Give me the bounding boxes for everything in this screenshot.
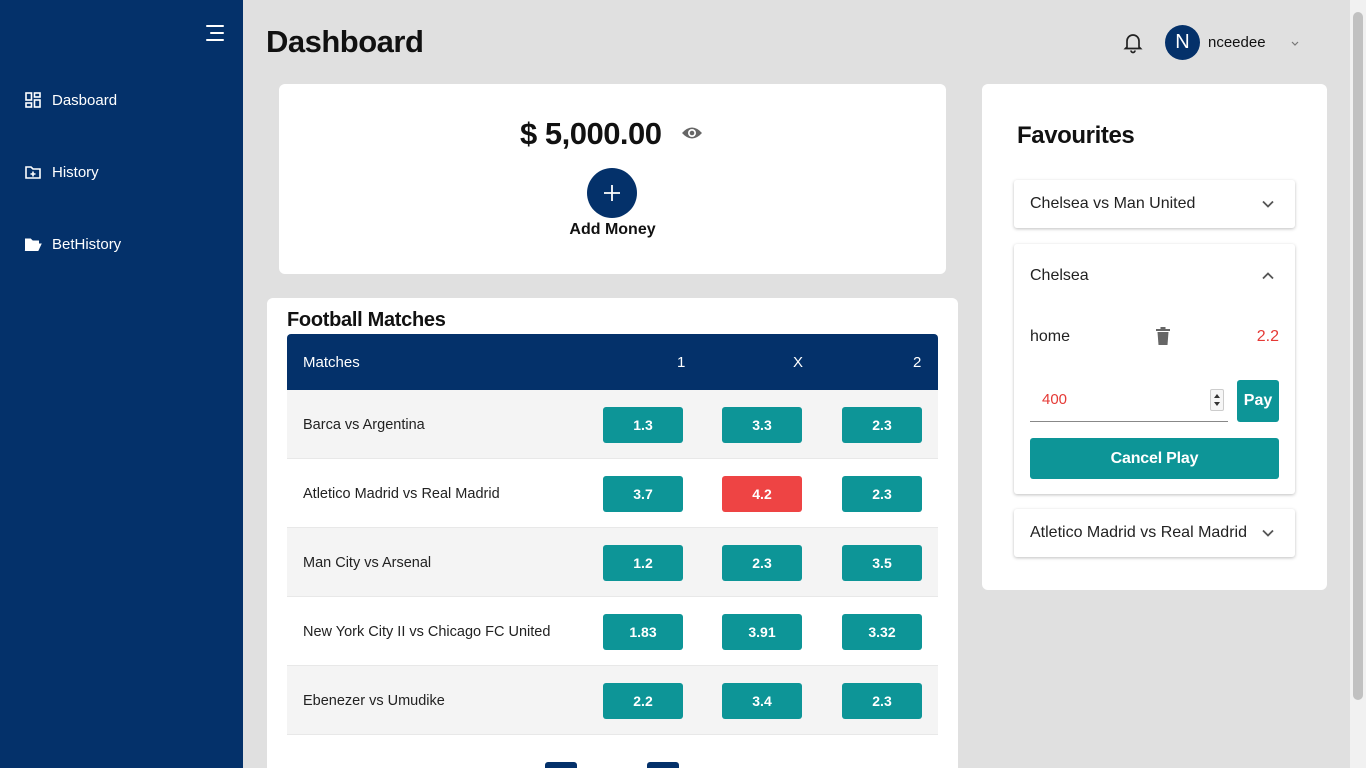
sidebar-item-history[interactable]: History [24,163,99,181]
chevron-down-icon[interactable] [1261,526,1275,540]
match-name: New York City II vs Chicago FC United [303,624,551,640]
sidebar-item-label: History [52,163,99,181]
balance-amount: $ 5,000.00 [520,116,662,151]
odd-button-home[interactable]: 2.2 [603,683,683,719]
matches-card: Football Matches Matches 1 X 2 Barca vs … [267,298,958,768]
stake-field[interactable] [1030,380,1228,422]
table-row: Ebenezer vs Umudike 2.2 3.4 2.3 [287,666,938,735]
cancel-play-button[interactable]: Cancel Play [1030,438,1279,479]
chevron-down-icon[interactable] [1289,36,1301,48]
pagination-button-next[interactable] [647,762,679,768]
odd-button-draw[interactable]: 3.91 [722,614,802,650]
favourites-title: Favourites [1017,122,1135,149]
favourite-title: Atletico Madrid vs Real Madrid [1030,524,1247,541]
favourites-card: Favourites Chelsea vs Man United Chelsea… [982,84,1327,590]
odd-button-draw-selected[interactable]: 4.2 [722,476,802,512]
add-money-button[interactable] [587,168,637,218]
stake-stepper[interactable] [1210,389,1224,411]
odd-button-draw[interactable]: 3.4 [722,683,802,719]
sidebar-item-label: BetHistory [52,235,122,253]
column-header-home: 1 [677,354,686,371]
column-header-away: 2 [913,354,922,371]
sidebar: Dasboard History BetHistory [0,0,243,768]
increment-icon[interactable] [1214,394,1220,398]
column-header-matches: Matches [303,354,360,371]
stake-input[interactable] [1042,391,1192,408]
sidebar-item-dashboard[interactable]: Dasboard [24,91,117,109]
match-name: Ebenezer vs Umudike [303,693,445,709]
match-name: Man City vs Arsenal [303,555,432,571]
plus-icon [604,185,620,201]
table-header: Matches 1 X 2 [287,334,938,390]
decrement-icon[interactable] [1214,402,1220,406]
odd-button-home[interactable]: 3.7 [603,476,683,512]
match-name: Atletico Madrid vs Real Madrid [303,486,500,502]
favourite-item[interactable]: Chelsea vs Man United [1014,180,1295,228]
matches-title: Football Matches [287,309,446,331]
add-money-label: Add Money [569,221,656,238]
eye-icon[interactable] [681,125,703,141]
table-row: Atletico Madrid vs Real Madrid 3.7 4.2 2… [287,459,938,528]
odd-button-away[interactable]: 2.3 [842,407,922,443]
menu-icon[interactable] [204,24,224,42]
table-row: Man City vs Arsenal 1.2 2.3 3.5 [287,528,938,597]
bet-type: home [1030,328,1071,345]
pagination-button-prev[interactable] [545,762,577,768]
favourite-item-expanded: Chelsea home 2.2 Pay Cancel Play [1014,244,1295,494]
page-title: Dashboard [266,24,424,59]
bet-odd: 2.2 [1256,328,1279,345]
sidebar-item-bethistory[interactable]: BetHistory [24,235,121,253]
favourite-title[interactable]: Chelsea [1030,267,1089,285]
pay-button[interactable]: Pay [1237,380,1279,422]
table-row: Barca vs Argentina 1.3 3.3 2.3 [287,390,938,459]
chevron-up-icon[interactable] [1261,269,1275,283]
favourite-item[interactable]: Atletico Madrid vs Real Madrid [1014,509,1295,557]
odd-button-draw[interactable]: 3.3 [722,407,802,443]
sidebar-item-label: Dasboard [52,91,118,109]
odd-button-draw[interactable]: 2.3 [722,545,802,581]
odd-button-away[interactable]: 3.32 [842,614,922,650]
chevron-down-icon[interactable] [1261,197,1275,211]
match-name: Barca vs Argentina [303,417,425,433]
odd-button-away[interactable]: 2.3 [842,476,922,512]
page-scrollbar[interactable] [1350,0,1366,768]
odd-button-away[interactable]: 3.5 [842,545,922,581]
dashboard-icon [24,91,42,109]
odd-button-home[interactable]: 1.83 [603,614,683,650]
balance-card: $ 5,000.00 Add Money [279,84,946,274]
odd-button-home[interactable]: 1.3 [603,407,683,443]
odd-button-away[interactable]: 2.3 [842,683,922,719]
avatar[interactable]: N [1165,25,1200,60]
column-header-draw: X [793,354,804,371]
matches-table: Matches 1 X 2 Barca vs Argentina 1.3 3.3… [287,334,938,735]
folder-open-icon [24,235,42,253]
folder-plus-icon [24,163,42,181]
odd-button-home[interactable]: 1.2 [603,545,683,581]
favourite-title: Chelsea vs Man United [1030,195,1196,212]
trash-icon[interactable] [1154,326,1172,346]
table-row: New York City II vs Chicago FC United 1.… [287,597,938,666]
scrollbar-thumb[interactable] [1353,12,1363,700]
bell-icon[interactable] [1121,30,1145,54]
username[interactable]: nceedee [1208,34,1266,51]
